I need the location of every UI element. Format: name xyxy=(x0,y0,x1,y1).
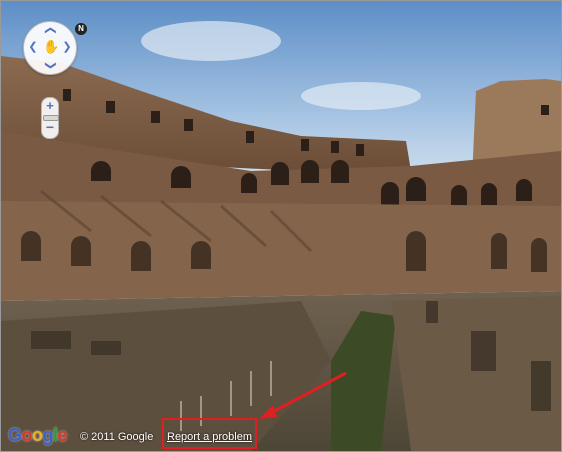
pan-down-button[interactable]: ❯ xyxy=(45,60,57,72)
pan-right-button[interactable]: ❯ xyxy=(61,42,73,53)
logo-letter: o xyxy=(21,425,33,445)
logo-letter: o xyxy=(32,425,43,445)
logo-letter: G xyxy=(8,425,22,445)
logo-letter: e xyxy=(57,425,68,445)
pan-control[interactable]: ❮ ❯ ❮ ❯ ✋ xyxy=(23,21,77,75)
pan-left-button[interactable]: ❮ xyxy=(27,42,39,53)
logo-letter: g xyxy=(42,425,54,445)
google-logo[interactable]: Google xyxy=(8,425,68,446)
street-view-frame[interactable]: ❮ ❯ ❮ ❯ ✋ N + − Google © 2011 Google Rep… xyxy=(0,0,562,452)
copyright-text: © 2011 Google xyxy=(80,431,154,443)
zoom-in-button[interactable]: + xyxy=(42,99,58,113)
annotation-highlight-box xyxy=(162,418,257,449)
zoom-out-button[interactable]: − xyxy=(42,120,58,134)
zoom-control[interactable]: + − xyxy=(41,97,59,139)
colosseum-panorama[interactable] xyxy=(1,1,561,451)
hand-icon[interactable]: ✋ xyxy=(43,40,59,54)
compass-north-icon[interactable]: N xyxy=(75,23,87,35)
pan-up-button[interactable]: ❮ xyxy=(45,25,57,37)
